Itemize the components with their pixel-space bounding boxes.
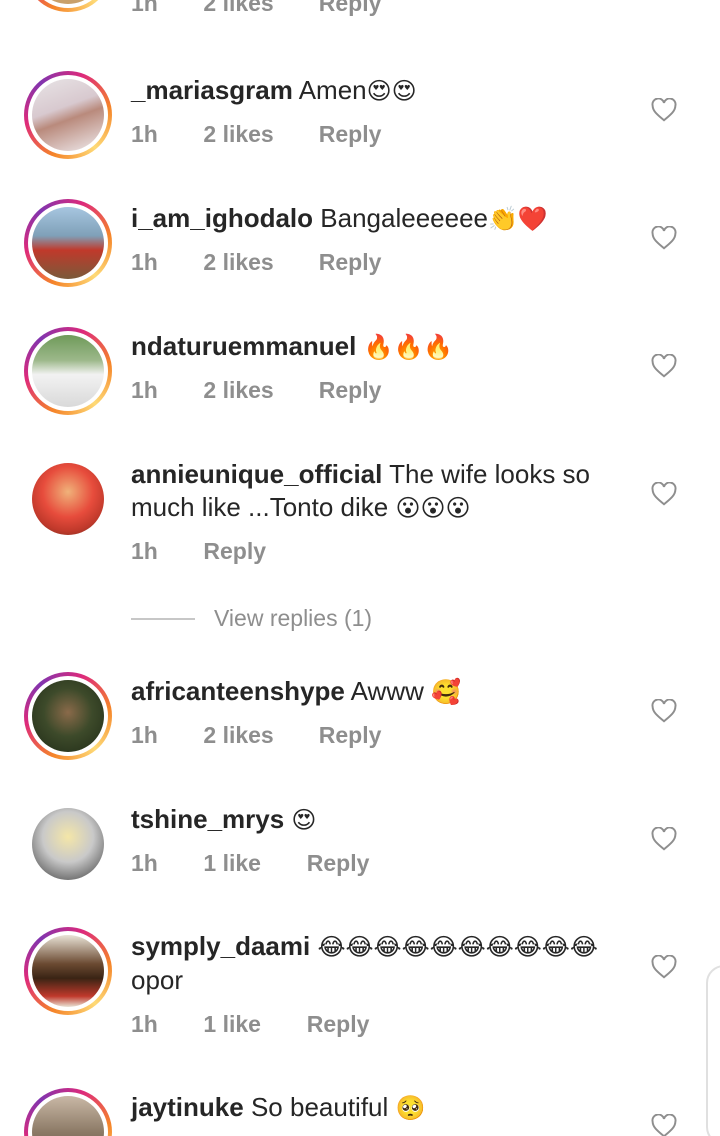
- comment-username[interactable]: symply_daami: [131, 931, 310, 961]
- heart-outline-icon[interactable]: [651, 1114, 677, 1136]
- avatar[interactable]: [24, 672, 112, 760]
- comment-text: Awww: [350, 676, 424, 706]
- comment-time: 1h: [131, 0, 158, 16]
- reply-button[interactable]: Reply: [307, 1011, 370, 1038]
- comment-emoji: 🔥🔥🔥: [363, 333, 454, 361]
- heart-outline-icon[interactable]: [651, 699, 677, 723]
- comment-likes[interactable]: 1 like: [203, 850, 300, 877]
- comment-time: 1h: [131, 1011, 158, 1037]
- comment-emoji: 😍: [291, 806, 317, 834]
- heart-outline-icon[interactable]: [651, 955, 677, 979]
- reply-button[interactable]: Reply: [203, 538, 266, 565]
- view-replies-label[interactable]: View replies (1): [214, 605, 372, 632]
- comment-likes[interactable]: 2 likes: [203, 722, 312, 749]
- comment-likes[interactable]: 1 like: [203, 1011, 300, 1038]
- heart-outline-icon[interactable]: [651, 827, 677, 851]
- comment-text: opor: [131, 965, 184, 995]
- heart-outline-icon[interactable]: [651, 98, 677, 122]
- avatar[interactable]: [24, 199, 112, 287]
- comment-text: Bangaleeeeee: [320, 203, 488, 233]
- heart-outline-icon[interactable]: [651, 354, 677, 378]
- comment-text: Amen: [298, 75, 367, 105]
- avatar-partial[interactable]: [24, 0, 112, 12]
- comment-username[interactable]: ndaturuemmanuel: [131, 331, 356, 361]
- comment-likes[interactable]: 2 likes: [203, 377, 312, 404]
- reply-button[interactable]: Reply: [319, 377, 382, 404]
- heart-outline-icon[interactable]: [651, 226, 677, 250]
- comment-username[interactable]: africanteenshype: [131, 676, 345, 706]
- reply-button[interactable]: Reply: [319, 722, 382, 749]
- replies-divider: [131, 618, 195, 620]
- comment-likes[interactable]: 2 likes: [203, 0, 312, 17]
- reply-button[interactable]: Reply: [319, 0, 382, 17]
- avatar[interactable]: [24, 71, 112, 159]
- avatar[interactable]: [24, 800, 112, 888]
- comment-time: 1h: [131, 850, 158, 876]
- comment-emoji: 😍😍: [366, 77, 417, 105]
- comment-time: 1h: [131, 722, 158, 748]
- comment-time: 1h: [131, 377, 158, 403]
- comment-likes[interactable]: 2 likes: [203, 121, 312, 148]
- comment-username[interactable]: annieunique_official: [131, 459, 382, 489]
- comment-emoji: 🥰: [431, 678, 461, 706]
- comment-likes[interactable]: 2 likes: [203, 249, 312, 276]
- comment-time: 1h: [131, 249, 158, 275]
- reply-button[interactable]: Reply: [307, 850, 370, 877]
- avatar[interactable]: [24, 455, 112, 543]
- comment-text: So beautiful: [250, 1092, 389, 1122]
- comment-time: 1h: [131, 121, 158, 147]
- comment-username[interactable]: _mariasgram: [131, 75, 293, 105]
- comment-username[interactable]: tshine_mrys: [131, 804, 284, 834]
- comment-emoji: 🥺: [395, 1094, 426, 1122]
- heart-outline-icon[interactable]: [651, 482, 677, 506]
- avatar[interactable]: [24, 327, 112, 415]
- comment-time: 1h: [131, 538, 158, 564]
- comment-emoji: 😮😮😮: [395, 494, 471, 522]
- edge-panel-handle[interactable]: [706, 965, 720, 1136]
- reply-button[interactable]: Reply: [319, 121, 382, 148]
- comment-username[interactable]: i_am_ighodalo: [131, 203, 313, 233]
- reply-button[interactable]: Reply: [319, 249, 382, 276]
- comment-emoji: 😂😂😂😂😂😂😂😂😂😂: [317, 933, 598, 961]
- avatar[interactable]: [24, 1088, 112, 1136]
- avatar[interactable]: [24, 927, 112, 1015]
- comment-emoji: 👏❤️: [488, 205, 548, 233]
- comment-username[interactable]: jaytinuke: [131, 1092, 244, 1122]
